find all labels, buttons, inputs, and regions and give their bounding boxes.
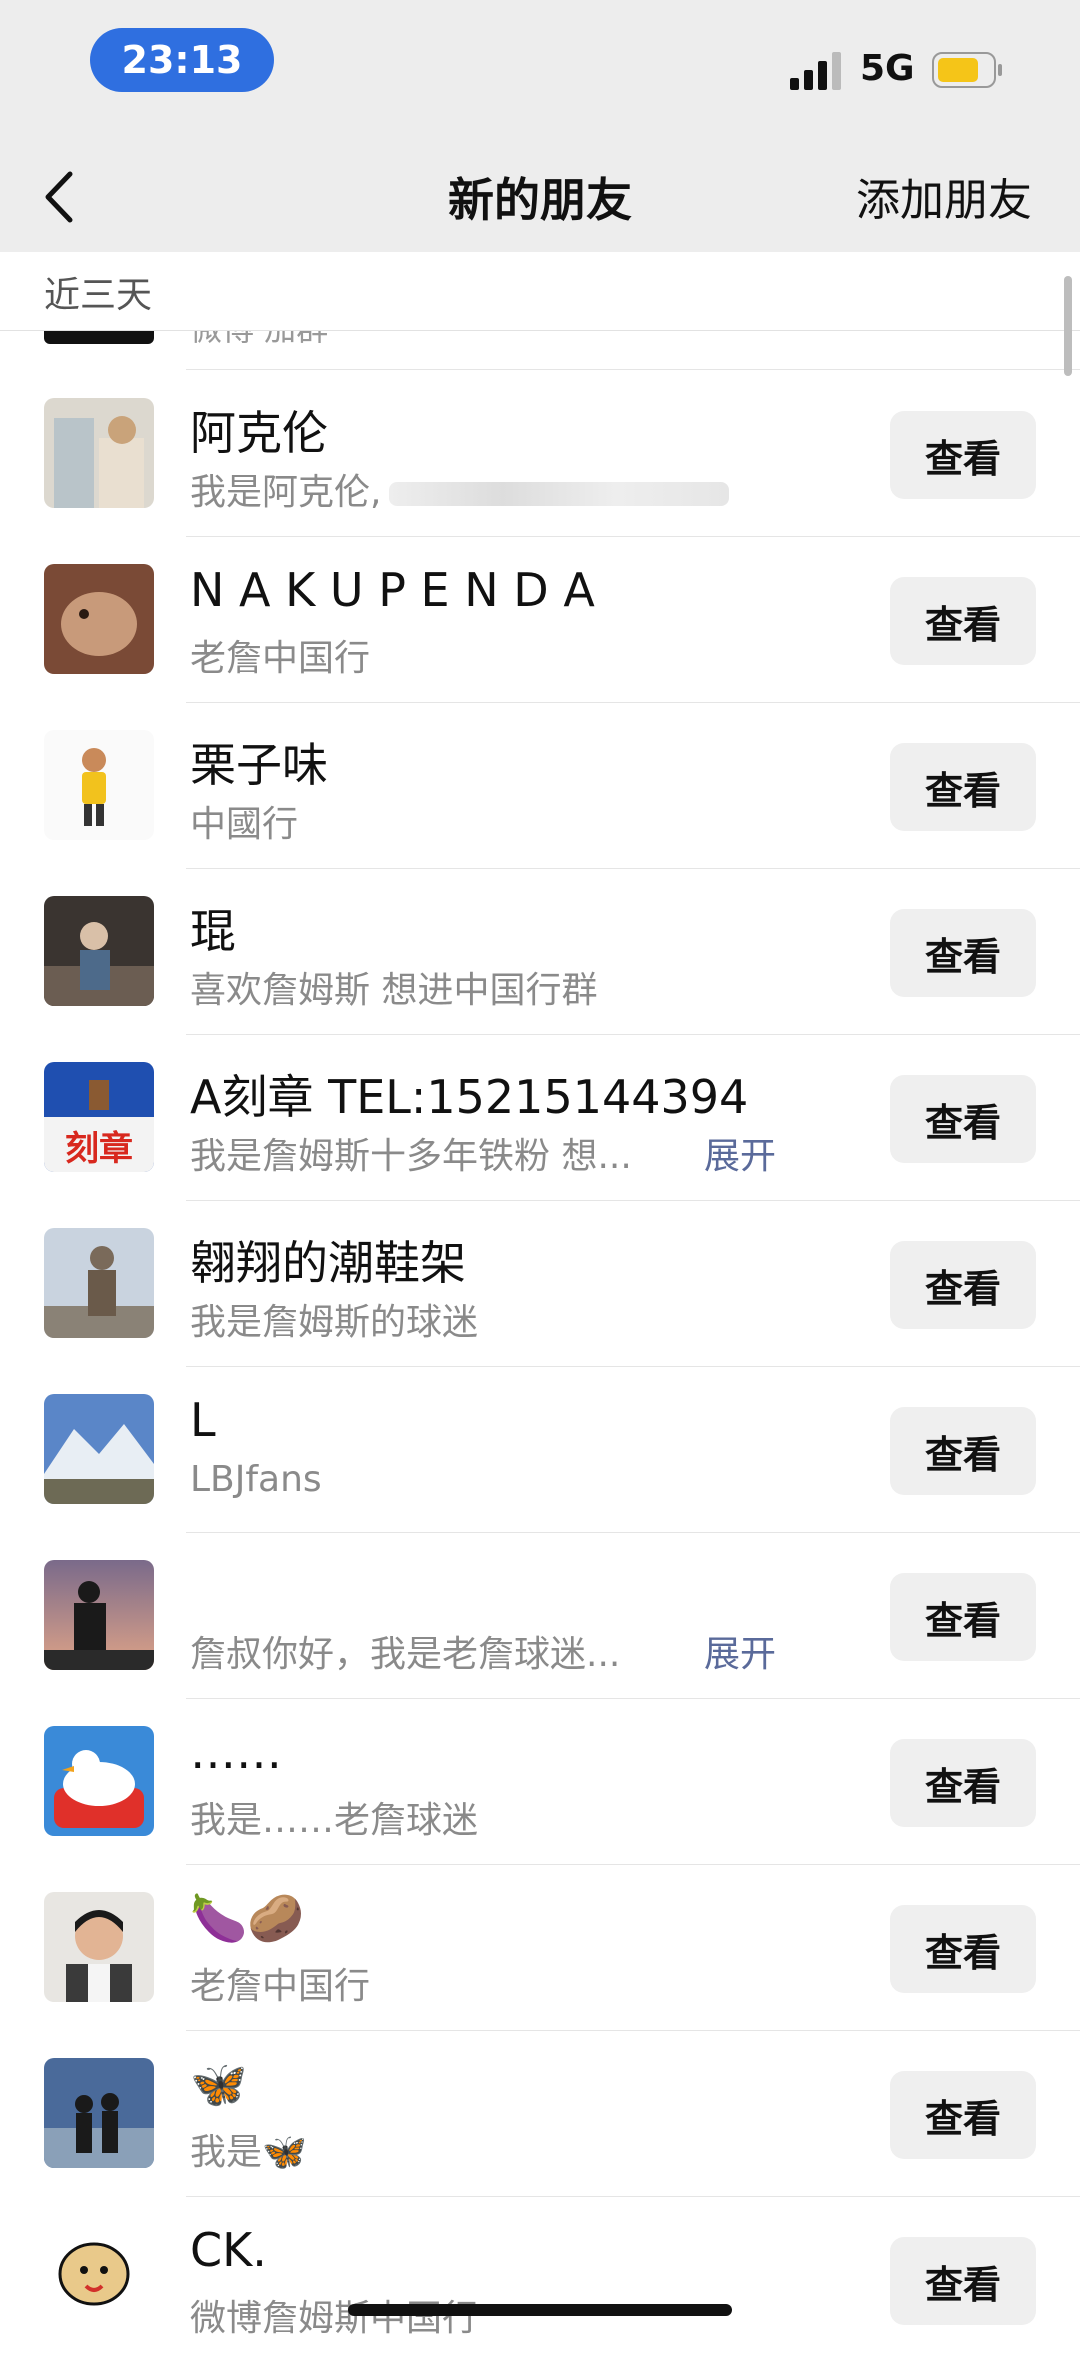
battery-icon	[932, 52, 1002, 88]
request-message: 喜欢詹姆斯 想进中国行群	[190, 970, 598, 1011]
view-button[interactable]: 查看	[890, 411, 1036, 499]
avatar	[44, 2058, 154, 2168]
friend-name: 🦋	[190, 2057, 248, 2111]
avatar	[44, 1560, 154, 1670]
list-item[interactable]: L LBJfans 查看	[0, 1367, 1080, 1533]
list-item[interactable]: 🦋 我是🦋 查看	[0, 2031, 1080, 2197]
request-message: 老詹中国行	[190, 1966, 371, 2007]
signal-icon	[790, 52, 841, 90]
blurred-text	[389, 482, 730, 506]
view-button[interactable]: 查看	[890, 1407, 1036, 1495]
view-button[interactable]: 查看	[890, 909, 1036, 997]
friend-request-list: 阿克伦 我是阿克伦, 查看 N A K U P E N D A 老詹中国行 查看…	[0, 371, 1080, 2363]
add-friend-button[interactable]: 添加朋友	[856, 164, 1032, 228]
stamp-avatar-text: 刻章	[65, 1129, 133, 1169]
request-message: 我是詹姆斯的球迷	[190, 1302, 479, 1343]
avatar	[44, 730, 154, 840]
view-button[interactable]: 查看	[890, 2071, 1036, 2159]
request-message: 詹叔你好，我是老詹球迷...	[190, 1634, 621, 1675]
friend-name: 琨	[190, 904, 236, 958]
list-item[interactable]: 琨 喜欢詹姆斯 想进中国行群 查看	[0, 869, 1080, 1035]
friend-name: 栗子味	[190, 738, 328, 792]
status-time: 23:13	[90, 28, 274, 92]
list-item[interactable]: CK. 微博詹姆斯中国行 查看	[0, 2197, 1080, 2363]
friend-name: ……	[190, 1725, 282, 1779]
view-button[interactable]: 查看	[890, 1241, 1036, 1329]
network-label: 5G	[860, 48, 915, 89]
list-item[interactable]: 阿克伦 我是阿克伦, 查看	[0, 371, 1080, 537]
avatar	[44, 1892, 154, 2002]
avatar	[44, 1726, 154, 1836]
avatar	[44, 398, 154, 508]
avatar	[44, 1394, 154, 1504]
list-item[interactable]: 栗子味 中國行 查看	[0, 703, 1080, 869]
friend-name: L	[190, 1393, 216, 1447]
list-item[interactable]: 🍆🥔 老詹中国行 查看	[0, 1865, 1080, 2031]
list-item[interactable]: 刻章 A刻章 TEL:15215144394 我是詹姆斯十多年铁粉 想... 展…	[0, 1035, 1080, 1201]
status-bar: 23:13 5G	[0, 0, 1080, 140]
section-label: 近三天	[44, 275, 153, 316]
list-item[interactable]: …… 我是……老詹球迷 查看	[0, 1699, 1080, 1865]
avatar	[44, 1228, 154, 1338]
avatar	[44, 896, 154, 1006]
list-item[interactable]: 翱翔的潮鞋架 我是詹姆斯的球迷 查看	[0, 1201, 1080, 1367]
nav-bar: 新的朋友 添加朋友	[0, 140, 1080, 252]
home-indicator[interactable]	[348, 2304, 732, 2316]
divider	[186, 369, 1080, 370]
friend-name: 翱翔的潮鞋架	[190, 1236, 466, 1290]
view-button[interactable]: 查看	[890, 743, 1036, 831]
view-button[interactable]: 查看	[890, 1573, 1036, 1661]
scrollbar[interactable]	[1064, 276, 1072, 376]
request-message: 我是……老詹球迷	[190, 1800, 479, 1841]
friend-name: A刻章 TEL:15215144394	[190, 1070, 749, 1124]
expand-link[interactable]: 展开	[704, 1625, 776, 1677]
avatar	[44, 2224, 154, 2334]
request-message: 中國行	[190, 804, 299, 845]
request-message: 我是詹姆斯十多年铁粉 想...	[190, 1136, 632, 1177]
view-button[interactable]: 查看	[890, 577, 1036, 665]
expand-link[interactable]: 展开	[704, 1127, 776, 1179]
section-header: 近三天	[0, 252, 1080, 331]
list-item[interactable]: 詹叔你好，我是老詹球迷... 展开 查看	[0, 1533, 1080, 1699]
friend-name: N A K U P E N D A	[190, 563, 595, 617]
request-message: 我是🦋	[190, 2132, 307, 2173]
request-message: LBJfans	[190, 1459, 322, 1500]
friend-name: 阿克伦	[190, 406, 328, 460]
avatar: 刻章	[44, 1062, 154, 1172]
friend-name: 🍆🥔	[190, 1891, 305, 1945]
view-button[interactable]: 查看	[890, 1905, 1036, 1993]
avatar	[44, 564, 154, 674]
view-button[interactable]: 查看	[890, 2237, 1036, 2325]
friend-name: CK.	[190, 2223, 267, 2277]
request-message: 我是阿克伦,	[190, 463, 730, 515]
list-item[interactable]: N A K U P E N D A 老詹中国行 查看	[0, 537, 1080, 703]
request-message: 老詹中国行	[190, 638, 371, 679]
view-button[interactable]: 查看	[890, 1739, 1036, 1827]
view-button[interactable]: 查看	[890, 1075, 1036, 1163]
